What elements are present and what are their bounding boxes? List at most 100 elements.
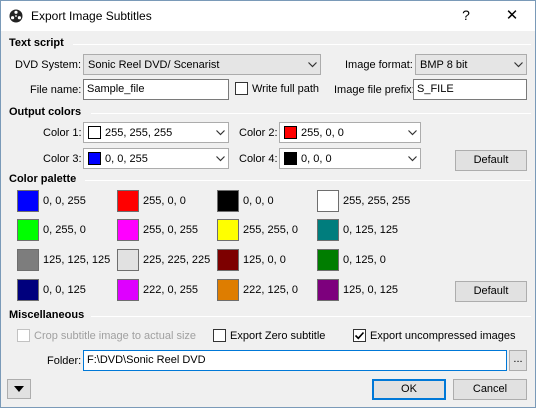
palette-item[interactable]: 225, 225, 225 bbox=[117, 249, 210, 271]
image-format-select[interactable]: BMP 8 bit bbox=[415, 54, 527, 75]
color4-swatch bbox=[284, 152, 297, 165]
window-title: Export Image Subtitles bbox=[31, 9, 152, 23]
export-uncompressed-checkbox[interactable]: Export uncompressed images bbox=[353, 329, 516, 342]
cancel-button[interactable]: Cancel bbox=[453, 379, 527, 400]
output-colors-heading: Output colors bbox=[9, 106, 82, 118]
misc-heading: Miscellaneous bbox=[9, 309, 85, 321]
folder-input[interactable]: F:\DVD\Sonic Reel DVD bbox=[83, 350, 507, 371]
palette-swatch[interactable] bbox=[217, 249, 239, 271]
output-colors-default-button[interactable]: Default bbox=[455, 150, 527, 171]
ok-button[interactable]: OK bbox=[372, 379, 446, 400]
image-prefix-input[interactable]: S_FILE bbox=[413, 79, 527, 100]
dvd-system-select[interactable]: Sonic Reel DVD/ Scenarist bbox=[83, 54, 321, 75]
triangle-down-icon bbox=[14, 386, 24, 392]
palette-label: 0, 255, 0 bbox=[43, 224, 86, 236]
write-full-path-label: Write full path bbox=[252, 82, 320, 95]
image-format-value: BMP 8 bit bbox=[420, 58, 468, 71]
palette-item[interactable]: 222, 125, 0 bbox=[217, 279, 298, 301]
text-script-heading: Text script bbox=[9, 37, 64, 49]
palette-label: 125, 0, 125 bbox=[343, 284, 399, 296]
close-button[interactable]: ✕ bbox=[497, 5, 527, 27]
color2-select[interactable]: 255, 0, 0 bbox=[279, 122, 421, 143]
palette-item[interactable]: 255, 0, 0 bbox=[117, 190, 186, 212]
palette-item[interactable]: 0, 0, 255 bbox=[17, 190, 86, 212]
palette-swatch[interactable] bbox=[117, 279, 139, 301]
palette-item[interactable]: 0, 125, 0 bbox=[317, 249, 386, 271]
export-zero-checkbox[interactable]: Export Zero subtitle bbox=[213, 329, 325, 342]
expand-button[interactable] bbox=[7, 379, 31, 399]
palette-label: 125, 125, 125 bbox=[43, 254, 111, 266]
color2-swatch bbox=[284, 126, 297, 139]
palette-swatch[interactable] bbox=[217, 219, 239, 241]
palette-item[interactable]: 0, 255, 0 bbox=[17, 219, 86, 241]
palette-label: 0, 0, 0 bbox=[243, 195, 274, 207]
palette-swatch[interactable] bbox=[317, 219, 339, 241]
palette-swatch[interactable] bbox=[317, 249, 339, 271]
palette-swatch[interactable] bbox=[17, 219, 39, 241]
palette-swatch[interactable] bbox=[117, 249, 139, 271]
misc-separator bbox=[91, 316, 531, 317]
image-prefix-label: Image file prefix: bbox=[334, 84, 415, 96]
export-image-subtitles-dialog: Export Image Subtitles ? ✕ Text script D… bbox=[0, 0, 536, 408]
palette-item[interactable]: 125, 0, 125 bbox=[317, 279, 398, 301]
palette-item[interactable]: 125, 125, 125 bbox=[17, 249, 110, 271]
image-format-label: Image format: bbox=[345, 59, 413, 71]
text-script-separator bbox=[73, 44, 531, 45]
help-button[interactable]: ? bbox=[456, 7, 476, 23]
palette-label: 255, 0, 0 bbox=[143, 195, 186, 207]
palette-label: 0, 0, 255 bbox=[43, 195, 86, 207]
palette-swatch[interactable] bbox=[317, 279, 339, 301]
palette-item[interactable]: 222, 0, 255 bbox=[117, 279, 198, 301]
color3-select[interactable]: 0, 0, 255 bbox=[83, 148, 229, 169]
chevron-down-icon bbox=[212, 123, 228, 142]
palette-default-button[interactable]: Default bbox=[455, 281, 527, 302]
chevron-down-icon bbox=[212, 149, 228, 168]
color1-label: Color 1: bbox=[43, 127, 82, 139]
chevron-down-icon bbox=[510, 55, 526, 74]
checkbox-box bbox=[235, 82, 248, 95]
palette-item[interactable]: 255, 0, 255 bbox=[117, 219, 198, 241]
write-full-path-checkbox[interactable]: Write full path bbox=[235, 82, 319, 95]
palette-item[interactable]: 0, 0, 0 bbox=[217, 190, 274, 212]
folder-label: Folder: bbox=[47, 355, 82, 367]
checkbox-box bbox=[17, 329, 30, 342]
palette-swatch[interactable] bbox=[317, 190, 339, 212]
palette-item[interactable]: 255, 255, 255 bbox=[317, 190, 410, 212]
palette-label: 255, 0, 255 bbox=[143, 224, 199, 236]
color3-swatch bbox=[88, 152, 101, 165]
palette-swatch[interactable] bbox=[17, 249, 39, 271]
color4-select[interactable]: 0, 0, 0 bbox=[279, 148, 421, 169]
palette-swatch[interactable] bbox=[17, 279, 39, 301]
color-palette-separator bbox=[85, 180, 531, 181]
palette-swatch[interactable] bbox=[217, 190, 239, 212]
checkbox-box bbox=[353, 329, 366, 342]
dvd-system-label: DVD System: bbox=[15, 59, 82, 71]
palette-item[interactable]: 0, 125, 125 bbox=[317, 219, 398, 241]
palette-item[interactable]: 125, 0, 0 bbox=[217, 249, 286, 271]
palette-swatch[interactable] bbox=[217, 279, 239, 301]
color3-label: Color 3: bbox=[43, 153, 82, 165]
color-palette-heading: Color palette bbox=[9, 173, 77, 185]
color2-label: Color 2: bbox=[239, 127, 278, 139]
palette-label: 225, 225, 225 bbox=[143, 254, 211, 266]
palette-swatch[interactable] bbox=[17, 190, 39, 212]
palette-item[interactable]: 255, 255, 0 bbox=[217, 219, 298, 241]
palette-label: 125, 0, 0 bbox=[243, 254, 286, 266]
palette-item[interactable]: 0, 0, 125 bbox=[17, 279, 86, 301]
color4-value: 0, 0, 0 bbox=[301, 152, 332, 165]
color4-label: Color 4: bbox=[239, 153, 278, 165]
browse-folder-button[interactable]: ... bbox=[509, 350, 527, 371]
palette-swatch[interactable] bbox=[117, 190, 139, 212]
chevron-down-icon bbox=[304, 55, 320, 74]
checkmark-icon bbox=[354, 331, 365, 340]
export-zero-label: Export Zero subtitle bbox=[230, 329, 326, 342]
file-name-input[interactable]: Sample_file bbox=[83, 79, 229, 100]
palette-label: 0, 125, 125 bbox=[343, 224, 399, 236]
palette-label: 255, 255, 255 bbox=[343, 195, 411, 207]
chevron-down-icon bbox=[404, 123, 420, 142]
color1-select[interactable]: 255, 255, 255 bbox=[83, 122, 229, 143]
dvd-system-value: Sonic Reel DVD/ Scenarist bbox=[88, 58, 220, 71]
palette-label: 255, 255, 0 bbox=[243, 224, 299, 236]
crop-subtitle-checkbox[interactable]: Crop subtitle image to actual size bbox=[17, 329, 196, 342]
palette-swatch[interactable] bbox=[117, 219, 139, 241]
